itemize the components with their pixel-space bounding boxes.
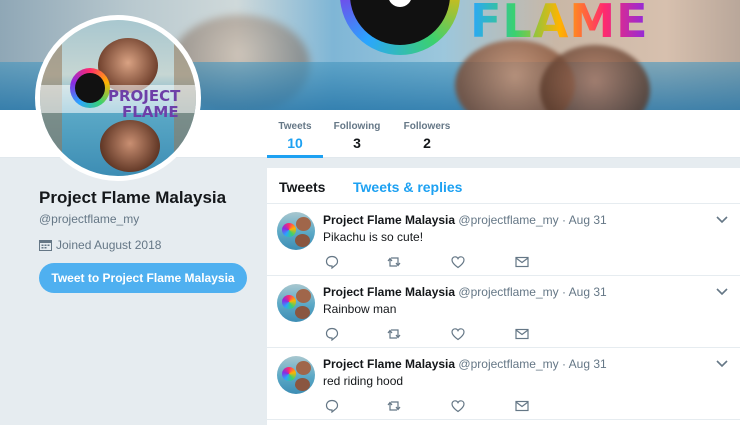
like-icon[interactable] bbox=[451, 255, 465, 269]
chevron-down-icon[interactable] bbox=[716, 359, 728, 369]
profile-avatar[interactable]: PROJECT FLAME bbox=[35, 15, 201, 181]
tweet-item[interactable]: Project Flame Malaysia @projectflame_my … bbox=[267, 348, 740, 420]
avatar-logo-disc bbox=[70, 68, 110, 108]
chevron-down-icon[interactable] bbox=[716, 215, 728, 225]
tweet-actions bbox=[325, 327, 555, 341]
retweet-icon[interactable] bbox=[387, 399, 401, 413]
timeline: Tweets Tweets & replies Project Flame Ma… bbox=[267, 168, 740, 425]
tweet-date[interactable]: · Aug 31 bbox=[562, 285, 607, 299]
tweet-to-button[interactable]: Tweet to Project Flame Malaysia bbox=[39, 263, 247, 293]
nav-stat-value: 2 bbox=[423, 135, 431, 151]
retweet-icon[interactable] bbox=[387, 255, 401, 269]
nav-stat-label: Tweets bbox=[278, 121, 312, 132]
profile-joined-text: Joined August 2018 bbox=[56, 238, 162, 252]
like-icon[interactable] bbox=[451, 399, 465, 413]
profile-name[interactable]: Project Flame Malaysia bbox=[39, 188, 254, 208]
tweet-avatar[interactable] bbox=[277, 212, 315, 250]
tweet-author-name[interactable]: Project Flame Malaysia bbox=[323, 357, 455, 371]
tweet-author-handle[interactable]: @projectflame_my bbox=[458, 357, 558, 371]
tweet-text: red riding hood bbox=[323, 374, 404, 388]
nav-stat-label: Followers bbox=[403, 121, 451, 132]
nav-stat-value: 3 bbox=[353, 135, 361, 151]
nav-stat-label: Following bbox=[333, 121, 381, 132]
avatar-brand-line: PROJECT bbox=[108, 87, 181, 105]
message-icon[interactable] bbox=[515, 399, 529, 413]
reply-icon[interactable] bbox=[325, 399, 339, 413]
tweet-actions bbox=[325, 255, 555, 269]
like-icon[interactable] bbox=[451, 327, 465, 341]
nav-stat-value: 10 bbox=[287, 135, 303, 151]
tweet-author-name[interactable]: Project Flame Malaysia bbox=[323, 285, 455, 299]
profile-joined: Joined August 2018 bbox=[39, 238, 254, 252]
tweet-item[interactable]: Project Flame Malaysia @projectflame_my … bbox=[267, 276, 740, 348]
profile-handle[interactable]: @projectflame_my bbox=[39, 212, 254, 226]
tab-tweets[interactable]: Tweets bbox=[279, 179, 325, 195]
retweet-icon[interactable] bbox=[387, 327, 401, 341]
reply-icon[interactable] bbox=[325, 255, 339, 269]
message-icon[interactable] bbox=[515, 255, 529, 269]
tweet-header: Project Flame Malaysia @projectflame_my … bbox=[323, 357, 607, 371]
profile-card: Project Flame Malaysia @projectflame_my … bbox=[39, 188, 254, 252]
banner-brand-text: FLAME bbox=[470, 0, 649, 48]
tweet-date[interactable]: · Aug 31 bbox=[562, 357, 607, 371]
tweet-header: Project Flame Malaysia @projectflame_my … bbox=[323, 213, 607, 227]
nav-stat-tweets[interactable]: Tweets 10 bbox=[267, 110, 323, 158]
tweet-text: Rainbow man bbox=[323, 302, 397, 316]
avatar-brand-line: FLAME bbox=[122, 103, 179, 121]
avatar-brand-text: PROJECT FLAME bbox=[108, 88, 180, 120]
message-icon[interactable] bbox=[515, 327, 529, 341]
tweet-author-handle[interactable]: @projectflame_my bbox=[458, 213, 558, 227]
tweet-author-name[interactable]: Project Flame Malaysia bbox=[323, 213, 455, 227]
tweet-item[interactable]: Project Flame Malaysia @projectflame_my … bbox=[267, 204, 740, 276]
tweet-actions bbox=[325, 399, 555, 413]
tweet-date[interactable]: · Aug 31 bbox=[562, 213, 607, 227]
tweet-avatar[interactable] bbox=[277, 284, 315, 322]
timeline-tabs: Tweets Tweets & replies bbox=[267, 168, 740, 204]
profile-page: FLAME Tweets 10 Following 3 Followers 2 … bbox=[0, 0, 740, 425]
nav-stat-following[interactable]: Following 3 bbox=[330, 110, 384, 158]
chevron-down-icon[interactable] bbox=[716, 287, 728, 297]
avatar-photo-couple-bottom bbox=[100, 120, 160, 172]
reply-icon[interactable] bbox=[325, 327, 339, 341]
banner-logo-disc bbox=[340, 0, 460, 55]
tweet-author-handle[interactable]: @projectflame_my bbox=[458, 285, 558, 299]
tab-tweets-and-replies[interactable]: Tweets & replies bbox=[353, 179, 462, 195]
calendar-icon bbox=[39, 240, 52, 251]
tweet-avatar[interactable] bbox=[277, 356, 315, 394]
nav-stat-followers[interactable]: Followers 2 bbox=[400, 110, 454, 158]
tweet-text: Pikachu is so cute! bbox=[323, 230, 424, 244]
tweet-header: Project Flame Malaysia @projectflame_my … bbox=[323, 285, 607, 299]
